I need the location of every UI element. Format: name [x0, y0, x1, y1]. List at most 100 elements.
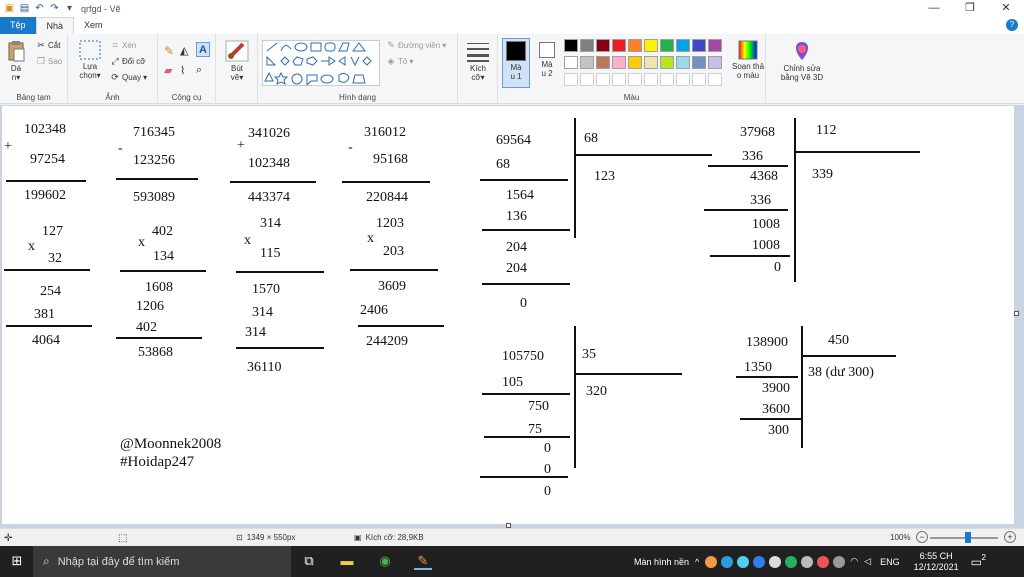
- zoom-in-button[interactable]: +: [1004, 531, 1016, 543]
- color-swatch[interactable]: [580, 39, 594, 52]
- resize-button[interactable]: ⤢ Đổi cỡ: [110, 56, 145, 66]
- color-swatch[interactable]: [564, 39, 578, 52]
- color-swatch[interactable]: [644, 73, 658, 86]
- color-swatch[interactable]: [708, 56, 722, 69]
- notification-icon[interactable]: ▭ 2: [971, 553, 986, 569]
- crop-button[interactable]: ⌗ Xén: [110, 40, 136, 50]
- drawing-canvas[interactable]: 102348 + 97254 199602 716345 - 123256 59…: [2, 106, 1014, 524]
- color2-button[interactable]: Mà u 2: [534, 40, 560, 78]
- tab-home[interactable]: Nhà: [35, 17, 75, 34]
- magnifier-icon[interactable]: ⌕: [196, 64, 202, 77]
- paint3d-button[interactable]: Chỉnh sửa bằng Vẽ 3D: [772, 40, 832, 82]
- tray-app-icon[interactable]: [753, 555, 766, 568]
- volume-icon[interactable]: ◁: [864, 556, 871, 567]
- tray-app-icon[interactable]: [801, 555, 814, 568]
- help-icon[interactable]: ?: [1006, 19, 1018, 31]
- color-swatch[interactable]: [564, 73, 578, 86]
- step-2: 4368: [750, 169, 778, 184]
- zoom-out-button[interactable]: −: [916, 531, 928, 543]
- color-swatch[interactable]: [564, 56, 578, 69]
- tray-app-icon[interactable]: [737, 555, 750, 568]
- zoom-slider-track[interactable]: [930, 537, 998, 539]
- color-swatch[interactable]: [628, 73, 642, 86]
- paint-taskbar-icon[interactable]: ✎: [414, 552, 432, 570]
- color-swatch[interactable]: [676, 56, 690, 69]
- color-swatch[interactable]: [628, 56, 642, 69]
- tray-app-icon[interactable]: [721, 555, 734, 568]
- color-swatch[interactable]: [580, 56, 594, 69]
- move-cursor-icon: ✛: [4, 533, 13, 544]
- text-icon[interactable]: A: [196, 42, 210, 57]
- step-2: 1564: [506, 188, 534, 203]
- windows-start-icon[interactable]: ⊞: [8, 552, 26, 570]
- customize-chevron-icon[interactable]: ▾: [64, 3, 75, 14]
- tray-app-icon[interactable]: [817, 555, 830, 568]
- save-icon[interactable]: ▤: [19, 3, 30, 14]
- color1-button[interactable]: Mà u 1: [502, 38, 530, 88]
- copy-button[interactable]: ❐ Sao: [36, 56, 62, 66]
- brushes-button[interactable]: Bút vẽ▾: [222, 40, 252, 82]
- color-swatch[interactable]: [612, 73, 626, 86]
- tray-app-icon[interactable]: [833, 555, 846, 568]
- clock[interactable]: 6:55 CH 12/12/2021: [914, 551, 959, 573]
- select-button[interactable]: Lựa chọn▾: [76, 40, 104, 80]
- tab-view[interactable]: Xem: [74, 17, 113, 34]
- color-swatch[interactable]: [580, 73, 594, 86]
- cut-button[interactable]: ✂ Cắt: [36, 40, 60, 50]
- tab-file[interactable]: Tệp: [0, 17, 36, 34]
- color-swatch[interactable]: [612, 56, 626, 69]
- clipboard-group: Dá n▾ ✂ Cắt ❐ Sao Bảng tạm: [0, 34, 68, 104]
- color-swatch[interactable]: [596, 73, 610, 86]
- color-swatch[interactable]: [660, 73, 674, 86]
- rotate-button[interactable]: ⟳ Quay ▾: [110, 72, 147, 82]
- divisor: 112: [816, 123, 836, 138]
- chrome-icon[interactable]: ◉: [376, 552, 394, 570]
- minimize-button[interactable]: —: [916, 0, 952, 17]
- maximize-button[interactable]: ❐: [952, 0, 988, 17]
- file-explorer-icon[interactable]: ▬: [338, 552, 356, 570]
- color-swatch[interactable]: [628, 39, 642, 52]
- fill-shape-button[interactable]: ◈ Tô ▾: [386, 56, 414, 66]
- language-indicator[interactable]: ENG: [880, 557, 900, 567]
- color-swatch[interactable]: [612, 39, 626, 52]
- colors-group: Mà u 1 Mà u 2 Soạn thả o màu Màu: [498, 34, 766, 104]
- fill-icon[interactable]: ◭: [180, 44, 188, 57]
- resize-handle-right[interactable]: [1014, 311, 1019, 316]
- wifi-icon[interactable]: ◠: [850, 556, 858, 567]
- step-4: 300: [768, 423, 789, 438]
- zoom-slider-thumb[interactable]: [965, 532, 971, 543]
- size-button[interactable]: Kích cỡ▾: [464, 40, 492, 82]
- color-swatch[interactable]: [596, 39, 610, 52]
- color-swatch[interactable]: [692, 56, 706, 69]
- tray-app-icon[interactable]: [785, 555, 798, 568]
- cloud-icon[interactable]: [769, 555, 782, 568]
- shapes-gallery-icon[interactable]: [262, 40, 380, 86]
- color-picker-icon[interactable]: ⌇: [180, 64, 185, 77]
- redo-icon[interactable]: ↷: [49, 3, 60, 14]
- paste-button[interactable]: Dá n▾: [4, 40, 28, 82]
- color-swatch[interactable]: [644, 39, 658, 52]
- color-swatch[interactable]: [676, 73, 690, 86]
- color-swatch[interactable]: [708, 39, 722, 52]
- color-swatch[interactable]: [660, 56, 674, 69]
- color-swatch[interactable]: [708, 73, 722, 86]
- tray-app-icon[interactable]: [705, 555, 718, 568]
- color-swatch[interactable]: [660, 39, 674, 52]
- color-swatch[interactable]: [692, 39, 706, 52]
- edit-colors-button[interactable]: Soạn thả o màu: [728, 40, 768, 80]
- task-view-icon[interactable]: ⧉: [300, 552, 318, 570]
- close-button[interactable]: ✕: [988, 0, 1024, 17]
- color-swatch[interactable]: [644, 56, 658, 69]
- chevron-up-icon[interactable]: ^: [695, 557, 699, 567]
- undo-icon[interactable]: ↶: [34, 3, 45, 14]
- step-4: 204: [506, 240, 527, 255]
- pencil-icon[interactable]: ✎: [164, 44, 174, 58]
- color-swatch[interactable]: [692, 73, 706, 86]
- color-swatch[interactable]: [676, 39, 690, 52]
- color-swatch[interactable]: [596, 56, 610, 69]
- image-dimensions: ⊡ 1349 × 550px: [236, 533, 296, 542]
- desktop-label[interactable]: Màn hình nền: [634, 557, 689, 567]
- outline-button[interactable]: ✎ Đường viền ▾: [386, 40, 446, 50]
- taskbar-search[interactable]: ⌕ Nhập tại đây để tìm kiếm: [33, 546, 291, 577]
- eraser-icon[interactable]: ▰: [164, 64, 172, 77]
